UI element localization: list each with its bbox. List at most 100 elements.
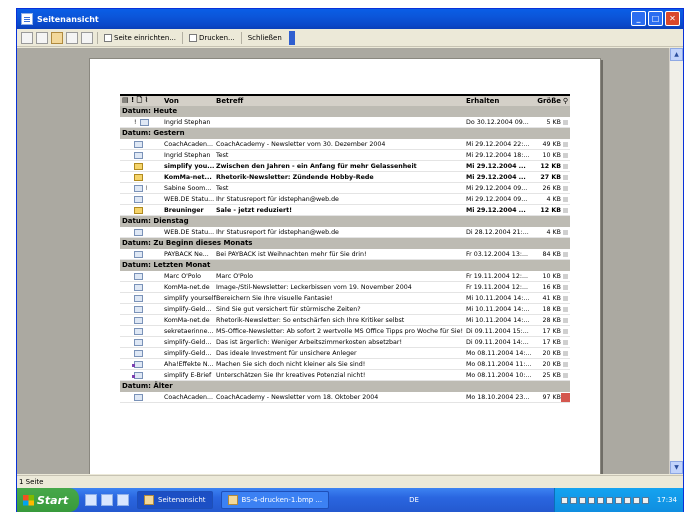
paint-task-icon xyxy=(227,495,238,505)
flag-cell[interactable] xyxy=(561,371,570,380)
message-size: 20 KB xyxy=(542,360,561,368)
task-print-preview[interactable]: Seitenansicht xyxy=(137,491,213,509)
ie-icon[interactable] xyxy=(85,494,97,506)
message-icons xyxy=(120,206,164,214)
outlook-icon[interactable] xyxy=(101,494,113,506)
message-subject: Sale - jetzt reduziert! xyxy=(216,206,292,214)
flag-cell[interactable] xyxy=(561,272,570,281)
multiple-pages-icon[interactable] xyxy=(81,31,93,44)
message-row[interactable]: CoachAcaden... CoachAcademy - Newsletter … xyxy=(120,139,570,150)
flag-icon xyxy=(563,361,568,367)
message-row[interactable]: ! Ingrid Stephan Do 30.12.2004 09... 5 KB xyxy=(120,117,570,128)
flag-cell[interactable] xyxy=(561,305,570,314)
tray-icon[interactable] xyxy=(560,496,568,504)
group-header[interactable]: Datum: Letzten Monat xyxy=(120,260,570,271)
message-row[interactable]: PAYBACK Ne... Bei PAYBACK ist Weihnachten… xyxy=(120,249,570,260)
message-row[interactable]: simplify you... Zwischen den Jahren - ein… xyxy=(120,161,570,172)
group-header[interactable]: Datum: Älter xyxy=(120,381,570,392)
tray-icon[interactable] xyxy=(623,496,631,504)
message-row[interactable]: Ingrid Stephan Test Mi 29.12.2004 18:... 10… xyxy=(120,150,570,161)
flag-cell[interactable] xyxy=(561,349,570,358)
message-icons xyxy=(120,162,164,170)
message-row[interactable]: WEB.DE Statu... Ihr Statusreport für idst… xyxy=(120,194,570,205)
flag-cell[interactable] xyxy=(561,206,570,215)
message-subject: Ihr Statusreport für idstephan@web.de xyxy=(216,228,339,236)
flag-icon xyxy=(563,229,568,235)
tray-icon[interactable] xyxy=(578,496,586,504)
flag-cell[interactable] xyxy=(561,151,570,160)
message-row[interactable]: simplify-Geld... Das ideale Investment fü… xyxy=(120,348,570,359)
flag-cell[interactable] xyxy=(561,140,570,149)
group-header[interactable]: Datum: Zu Beginn dieses Monats xyxy=(120,238,570,249)
minimize-button[interactable]: _ xyxy=(631,11,646,26)
language-indicator[interactable]: DE xyxy=(409,496,419,504)
scroll-up-arrow-icon[interactable]: ▲ xyxy=(670,48,683,61)
previous-page-icon[interactable] xyxy=(36,31,48,44)
flag-cell[interactable] xyxy=(561,283,570,292)
flag-cell[interactable] xyxy=(561,360,570,369)
desktop-icon[interactable] xyxy=(117,494,129,506)
message-row[interactable]: sekretaerinne... MS-Office-Newsletter: Ab… xyxy=(120,326,570,337)
flag-cell[interactable] xyxy=(561,327,570,336)
title-bar[interactable]: Seitenansicht _ □ ✕ xyxy=(17,9,683,29)
page-setup-button[interactable]: Seite einrichten... xyxy=(102,33,178,42)
message-icons xyxy=(120,272,164,280)
group-header[interactable]: Datum: Heute xyxy=(120,106,570,117)
message-row[interactable]: Aha!Effekte N... Machen Sie sich doch nic… xyxy=(120,359,570,370)
vertical-scrollbar[interactable]: ▲ ▼ xyxy=(669,48,683,474)
flag-cell[interactable] xyxy=(561,184,570,193)
flag-cell[interactable] xyxy=(561,173,570,182)
message-row[interactable]: ⌇ Sabine Soom... Test Mi 29.12.2004 09... 26… xyxy=(120,183,570,194)
message-row[interactable]: CoachAcaden... CoachAcademy - Newsletter … xyxy=(120,392,570,403)
tray-icon[interactable] xyxy=(614,496,622,504)
message-row[interactable]: simplify E-Brief Unterschätzen Sie Ihr kr… xyxy=(120,370,570,381)
tray-icon[interactable] xyxy=(605,496,613,504)
tray-icon[interactable] xyxy=(569,496,577,504)
message-row[interactable]: simplify-Geld... Sind Sie gut versichert … xyxy=(120,304,570,315)
group-header[interactable]: Datum: Dienstag xyxy=(120,216,570,227)
close-preview-button[interactable]: Schließen xyxy=(246,34,284,42)
flag-cell[interactable] xyxy=(561,228,570,237)
message-row[interactable]: KomMa-net.de Image-/Stil-Newsletter: Leck… xyxy=(120,282,570,293)
flag-cell[interactable] xyxy=(561,162,570,171)
tray-icon[interactable] xyxy=(632,496,640,504)
scroll-down-arrow-icon[interactable]: ▼ xyxy=(670,461,683,474)
flag-icon xyxy=(563,163,568,169)
toolbar-options-icon[interactable] xyxy=(288,30,295,45)
message-row[interactable]: simplify yourself Bereichern Sie Ihre vis… xyxy=(120,293,570,304)
start-button[interactable]: Start xyxy=(17,488,79,512)
maximize-button[interactable]: □ xyxy=(648,11,663,26)
message-subject: Sind Sie gut versichert für stürmische Z… xyxy=(216,305,361,313)
message-row[interactable]: WEB.DE Statu... Ihr Statusreport für idst… xyxy=(120,227,570,238)
close-window-button[interactable]: ✕ xyxy=(665,11,680,26)
group-header[interactable]: Datum: Gestern xyxy=(120,128,570,139)
message-received: Mi 29.12.2004 ... xyxy=(466,162,526,170)
single-page-icon[interactable] xyxy=(66,31,78,44)
print-button[interactable]: Drucken... xyxy=(187,33,237,42)
tray-icon[interactable] xyxy=(587,496,595,504)
flag-cell[interactable] xyxy=(561,118,570,127)
tray-icon[interactable] xyxy=(641,496,649,504)
task-paint[interactable]: BS-4-drucken-1.bmp ... xyxy=(220,491,330,509)
message-subject: Rhetorik-Newsletter: So entschärfen sich… xyxy=(216,316,405,324)
flag-cell[interactable] xyxy=(561,316,570,325)
message-row[interactable]: Marc O'Polo Marc O'Polo Fr 19.11.2004 12:.… xyxy=(120,271,570,282)
message-row[interactable]: simplify-Geld... Das ist ärgerlich: Wenig… xyxy=(120,337,570,348)
flag-cell[interactable] xyxy=(561,392,570,402)
message-size: 17 KB xyxy=(542,338,561,346)
flag-header-icon: ⚲ xyxy=(562,97,569,105)
flag-cell[interactable] xyxy=(561,338,570,347)
flag-cell[interactable] xyxy=(561,294,570,303)
read-envelope-icon xyxy=(134,393,143,401)
zoom-icon[interactable] xyxy=(51,31,63,44)
printed-page: ▤ ! 🗋 ⌇ Von Betreff Erhalten Größe ⚲ Dat… xyxy=(89,58,601,474)
message-row[interactable]: Breuninger Sale - jetzt reduziert! Mi 29.1… xyxy=(120,205,570,216)
read-envelope-icon xyxy=(134,338,143,346)
message-received: Mo 08.11.2004 10:... xyxy=(466,371,531,379)
message-row[interactable]: KomMa-net... Rhetorik-Newsletter: Zündend… xyxy=(120,172,570,183)
tray-icon[interactable] xyxy=(596,496,604,504)
flag-cell[interactable] xyxy=(561,195,570,204)
first-page-icon[interactable] xyxy=(21,31,33,44)
message-row[interactable]: KomMa-net.de Rhetorik-Newsletter: So ents… xyxy=(120,315,570,326)
flag-cell[interactable] xyxy=(561,250,570,259)
